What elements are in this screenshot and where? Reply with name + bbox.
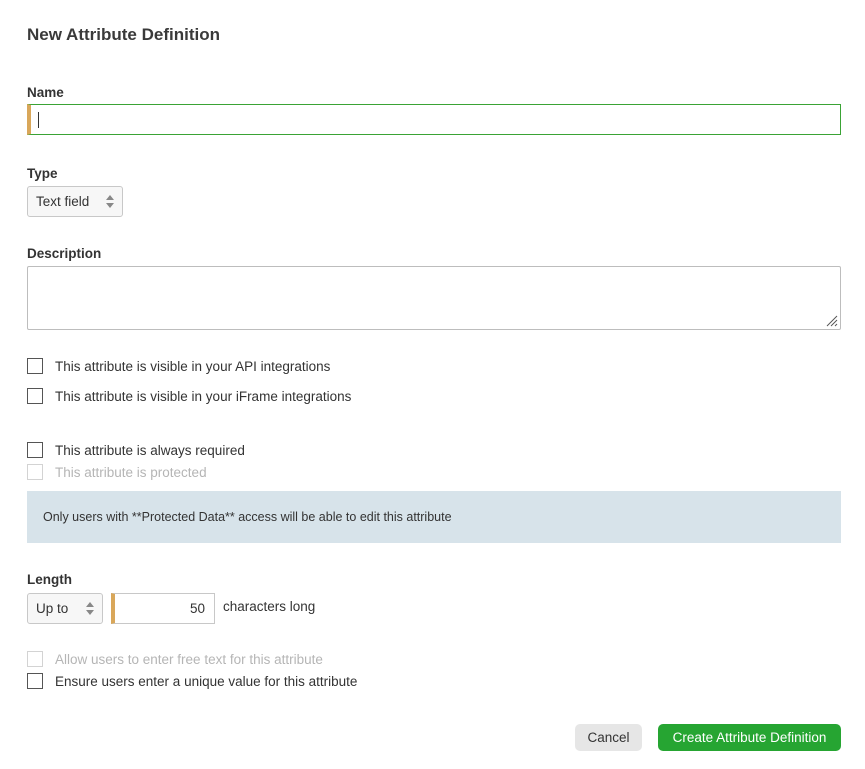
name-input[interactable] (27, 104, 841, 135)
protected-label: This attribute is protected (55, 464, 207, 480)
iframe-visible-row[interactable]: This attribute is visible in your iFrame… (27, 388, 351, 404)
length-value-input[interactable]: 50 (111, 593, 215, 624)
text-caret (38, 112, 39, 128)
description-textarea[interactable] (27, 266, 841, 330)
protected-row: This attribute is protected (27, 464, 207, 480)
free-text-label: Allow users to enter free text for this … (55, 651, 323, 667)
unique-value-row[interactable]: Ensure users enter a unique value for th… (27, 673, 357, 689)
name-label: Name (27, 85, 64, 100)
api-visible-label: This attribute is visible in your API in… (55, 358, 331, 374)
api-visible-checkbox[interactable] (27, 358, 43, 374)
unique-value-label: Ensure users enter a unique value for th… (55, 673, 358, 689)
type-select-value: Text field (36, 194, 90, 209)
always-required-checkbox[interactable] (27, 442, 43, 458)
free-text-row: Allow users to enter free text for this … (27, 651, 323, 667)
select-arrows-icon (86, 602, 94, 615)
length-suffix: characters long (223, 599, 316, 614)
length-mode-value: Up to (36, 601, 69, 616)
cancel-button[interactable]: Cancel (575, 724, 642, 751)
create-attribute-button[interactable]: Create Attribute Definition (658, 724, 841, 751)
resize-handle-icon[interactable] (826, 315, 838, 327)
iframe-visible-label: This attribute is visible in your iFrame… (55, 388, 352, 404)
iframe-visible-checkbox[interactable] (27, 388, 43, 404)
length-mode-select[interactable]: Up to (27, 593, 103, 624)
protected-notice: Only users with **Protected Data** acces… (27, 491, 841, 543)
select-arrows-icon (106, 195, 114, 208)
description-label: Description (27, 246, 102, 261)
type-label: Type (27, 166, 58, 181)
length-label: Length (27, 572, 72, 587)
free-text-checkbox (27, 651, 43, 667)
api-visible-row[interactable]: This attribute is visible in your API in… (27, 358, 330, 374)
dialog-title: New Attribute Definition (27, 25, 220, 44)
unique-value-checkbox[interactable] (27, 673, 43, 689)
always-required-label: This attribute is always required (55, 442, 245, 458)
protected-checkbox (27, 464, 43, 480)
always-required-row[interactable]: This attribute is always required (27, 442, 245, 458)
type-select[interactable]: Text field (27, 186, 123, 217)
